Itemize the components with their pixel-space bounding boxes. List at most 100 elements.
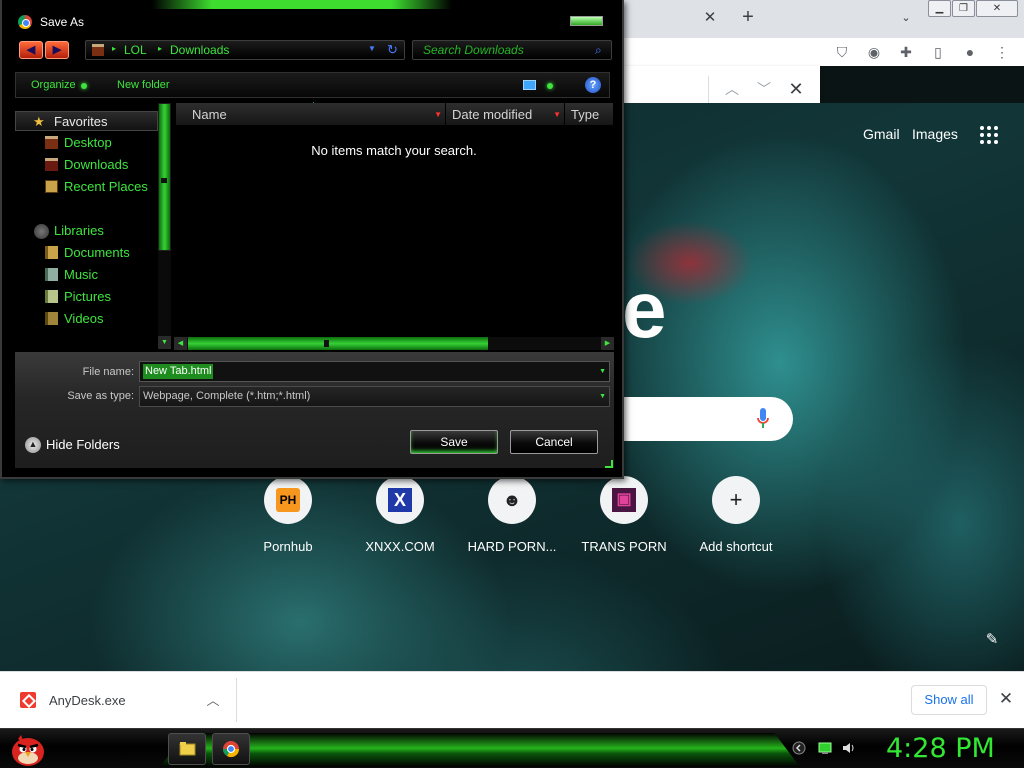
customize-pencil-icon[interactable]: ✎ [983, 630, 1001, 648]
search-icon[interactable]: ⌕ [595, 43, 602, 58]
shortcut-trans[interactable]: ▣ TRANS PORN [568, 476, 680, 558]
dialog-title-glow [152, 0, 452, 9]
help-icon[interactable]: ? [585, 77, 601, 93]
file-list-hscrollbar[interactable]: ◀ ▶ [174, 337, 614, 350]
file-name-input[interactable]: New Tab.html ▼ [139, 361, 610, 382]
cancel-button[interactable]: Cancel [510, 430, 598, 454]
save-button[interactable]: Save [410, 430, 498, 454]
folder-icon [179, 742, 196, 756]
restore-icon[interactable]: ❐ [952, 0, 975, 17]
nav-recent-places[interactable]: Recent Places [15, 177, 158, 197]
save-as-type-label: Save as type: [67, 390, 134, 402]
refresh-icon[interactable]: ↻ [387, 42, 398, 58]
nav-scroll-down-icon[interactable]: ▼ [158, 336, 171, 349]
download-options-chevron-icon[interactable]: ︿ [204, 690, 222, 708]
column-name-dropdown-icon[interactable]: ▼ [434, 110, 442, 119]
google-apps-icon[interactable] [980, 126, 1000, 146]
nav-documents[interactable]: Documents [15, 243, 158, 263]
breadcrumb-downloads[interactable]: Downloads [170, 43, 229, 57]
nav-desktop[interactable]: Desktop [15, 133, 158, 153]
find-close-icon[interactable]: ✕ [785, 78, 807, 100]
download-file-name[interactable]: AnyDesk.exe [49, 693, 126, 708]
documents-icon [45, 246, 58, 259]
breadcrumb-arrow-icon[interactable]: ▸ [158, 44, 162, 53]
ublock-icon[interactable]: ⛉ [832, 42, 852, 62]
change-view-icon[interactable] [523, 80, 536, 90]
hscroll-left-icon[interactable]: ◀ [174, 337, 187, 350]
nav-downloads[interactable]: Downloads [15, 155, 158, 175]
nav-pane-scrollbar[interactable]: ▼ [158, 103, 171, 349]
profile-avatar-icon[interactable]: ● [960, 42, 980, 62]
find-previous-icon[interactable]: ︿ [721, 78, 743, 100]
voice-search-mic-icon[interactable] [755, 407, 771, 431]
column-type[interactable]: Type [565, 103, 614, 125]
tray-volume-icon[interactable] [842, 741, 856, 755]
shortcut-add[interactable]: + Add shortcut [680, 476, 792, 558]
side-panel-icon[interactable]: ▯ [928, 42, 948, 62]
back-arrow-icon[interactable]: ◀ [19, 41, 43, 59]
images-link[interactable]: Images [912, 126, 958, 142]
hide-folders-label: Hide Folders [46, 437, 120, 452]
tray-expand-icon[interactable] [792, 741, 806, 755]
column-date-dropdown-icon[interactable]: ▼ [553, 110, 561, 119]
resize-grip[interactable] [605, 460, 613, 468]
address-dropdown-icon[interactable]: ▼ [368, 44, 376, 53]
taskbar-explorer-button[interactable] [168, 733, 206, 765]
column-date-modified[interactable]: Date modified ▼ [446, 103, 565, 125]
tab-search-chevron-icon[interactable]: ⌄ [896, 8, 916, 28]
nav-recent-places-label: Recent Places [64, 179, 148, 194]
downloads-folder-icon [45, 158, 58, 171]
taskbar-clock[interactable]: 4:28 PM [886, 733, 995, 764]
minimize-icon[interactable]: ▁ [928, 0, 951, 17]
taskbar-chrome-button[interactable] [212, 733, 250, 765]
save-as-type-dropdown-icon[interactable]: ▼ [599, 393, 606, 400]
navigation-pane: ★ Favorites Desktop Downloads Recent Pla… [15, 103, 158, 338]
file-name-value[interactable]: New Tab.html [143, 364, 214, 379]
forward-arrow-icon[interactable]: ▶ [45, 41, 69, 59]
shortcut-label: XNXX.COM [365, 539, 435, 554]
nav-videos-label: Videos [64, 311, 104, 326]
hscroll-thumb[interactable] [188, 337, 488, 350]
shortcut-xnxx[interactable]: X XNXX.COM [344, 476, 456, 558]
nav-favorites[interactable]: ★ Favorites [15, 111, 158, 131]
nav-documents-label: Documents [64, 245, 130, 260]
nav-libraries[interactable]: Libraries [15, 221, 158, 241]
column-name[interactable]: Name ▼ [176, 103, 446, 125]
file-name-dropdown-icon[interactable]: ▼ [599, 368, 606, 375]
search-downloads-input[interactable]: Search Downloads ⌕ [412, 40, 612, 60]
view-dropdown-icon[interactable] [547, 83, 553, 89]
tab-close-icon[interactable]: ✕ [700, 8, 720, 28]
breadcrumb-arrow-icon[interactable]: ▸ [112, 44, 116, 53]
gmail-link[interactable]: Gmail [863, 126, 900, 142]
chrome-menu-icon[interactable]: ⋮ [992, 42, 1012, 62]
hscroll-right-icon[interactable]: ▶ [601, 337, 614, 350]
nav-music[interactable]: Music [15, 265, 158, 285]
address-bar[interactable]: ▸ LOL ▸ Downloads ▼ ↻ [85, 40, 405, 60]
save-as-type-value: Webpage, Complete (*.htm;*.html) [143, 390, 311, 402]
new-folder-button[interactable]: New folder [117, 79, 170, 91]
new-tab-icon[interactable]: + [737, 6, 759, 28]
save-as-type-select[interactable]: Webpage, Complete (*.htm;*.html) ▼ [139, 386, 610, 407]
dialog-close-icon[interactable] [570, 16, 603, 26]
extension-colorful-icon[interactable]: ◉ [864, 42, 884, 62]
nav-pictures[interactable]: Pictures [15, 287, 158, 307]
shortcut-hard[interactable]: ☻ HARD PORN... [456, 476, 568, 558]
nav-scroll-thumb[interactable] [158, 103, 171, 251]
extensions-puzzle-icon[interactable]: ✚ [896, 42, 916, 62]
shortcut-pornhub[interactable]: PH Pornhub [232, 476, 344, 558]
organize-dropdown-icon[interactable] [81, 83, 87, 89]
tray-network-icon[interactable] [818, 741, 832, 755]
find-separator [708, 76, 709, 104]
shortcut-label: Pornhub [263, 539, 313, 554]
start-angry-bird-icon[interactable] [8, 731, 46, 767]
nav-videos[interactable]: Videos [15, 309, 158, 329]
show-all-button[interactable]: Show all [911, 685, 987, 715]
organize-button[interactable]: Organize [31, 79, 76, 91]
shortcut-label: Add shortcut [699, 539, 773, 554]
hide-folders-button[interactable]: ▲ Hide Folders [25, 436, 125, 454]
find-next-icon[interactable]: ﹀ [753, 78, 775, 100]
nav-scroll-grip [161, 178, 167, 183]
breadcrumb-lol[interactable]: LOL [124, 43, 147, 57]
window-close-icon[interactable]: ✕ [976, 0, 1018, 17]
download-shelf-close-icon[interactable]: ✕ [996, 689, 1016, 709]
